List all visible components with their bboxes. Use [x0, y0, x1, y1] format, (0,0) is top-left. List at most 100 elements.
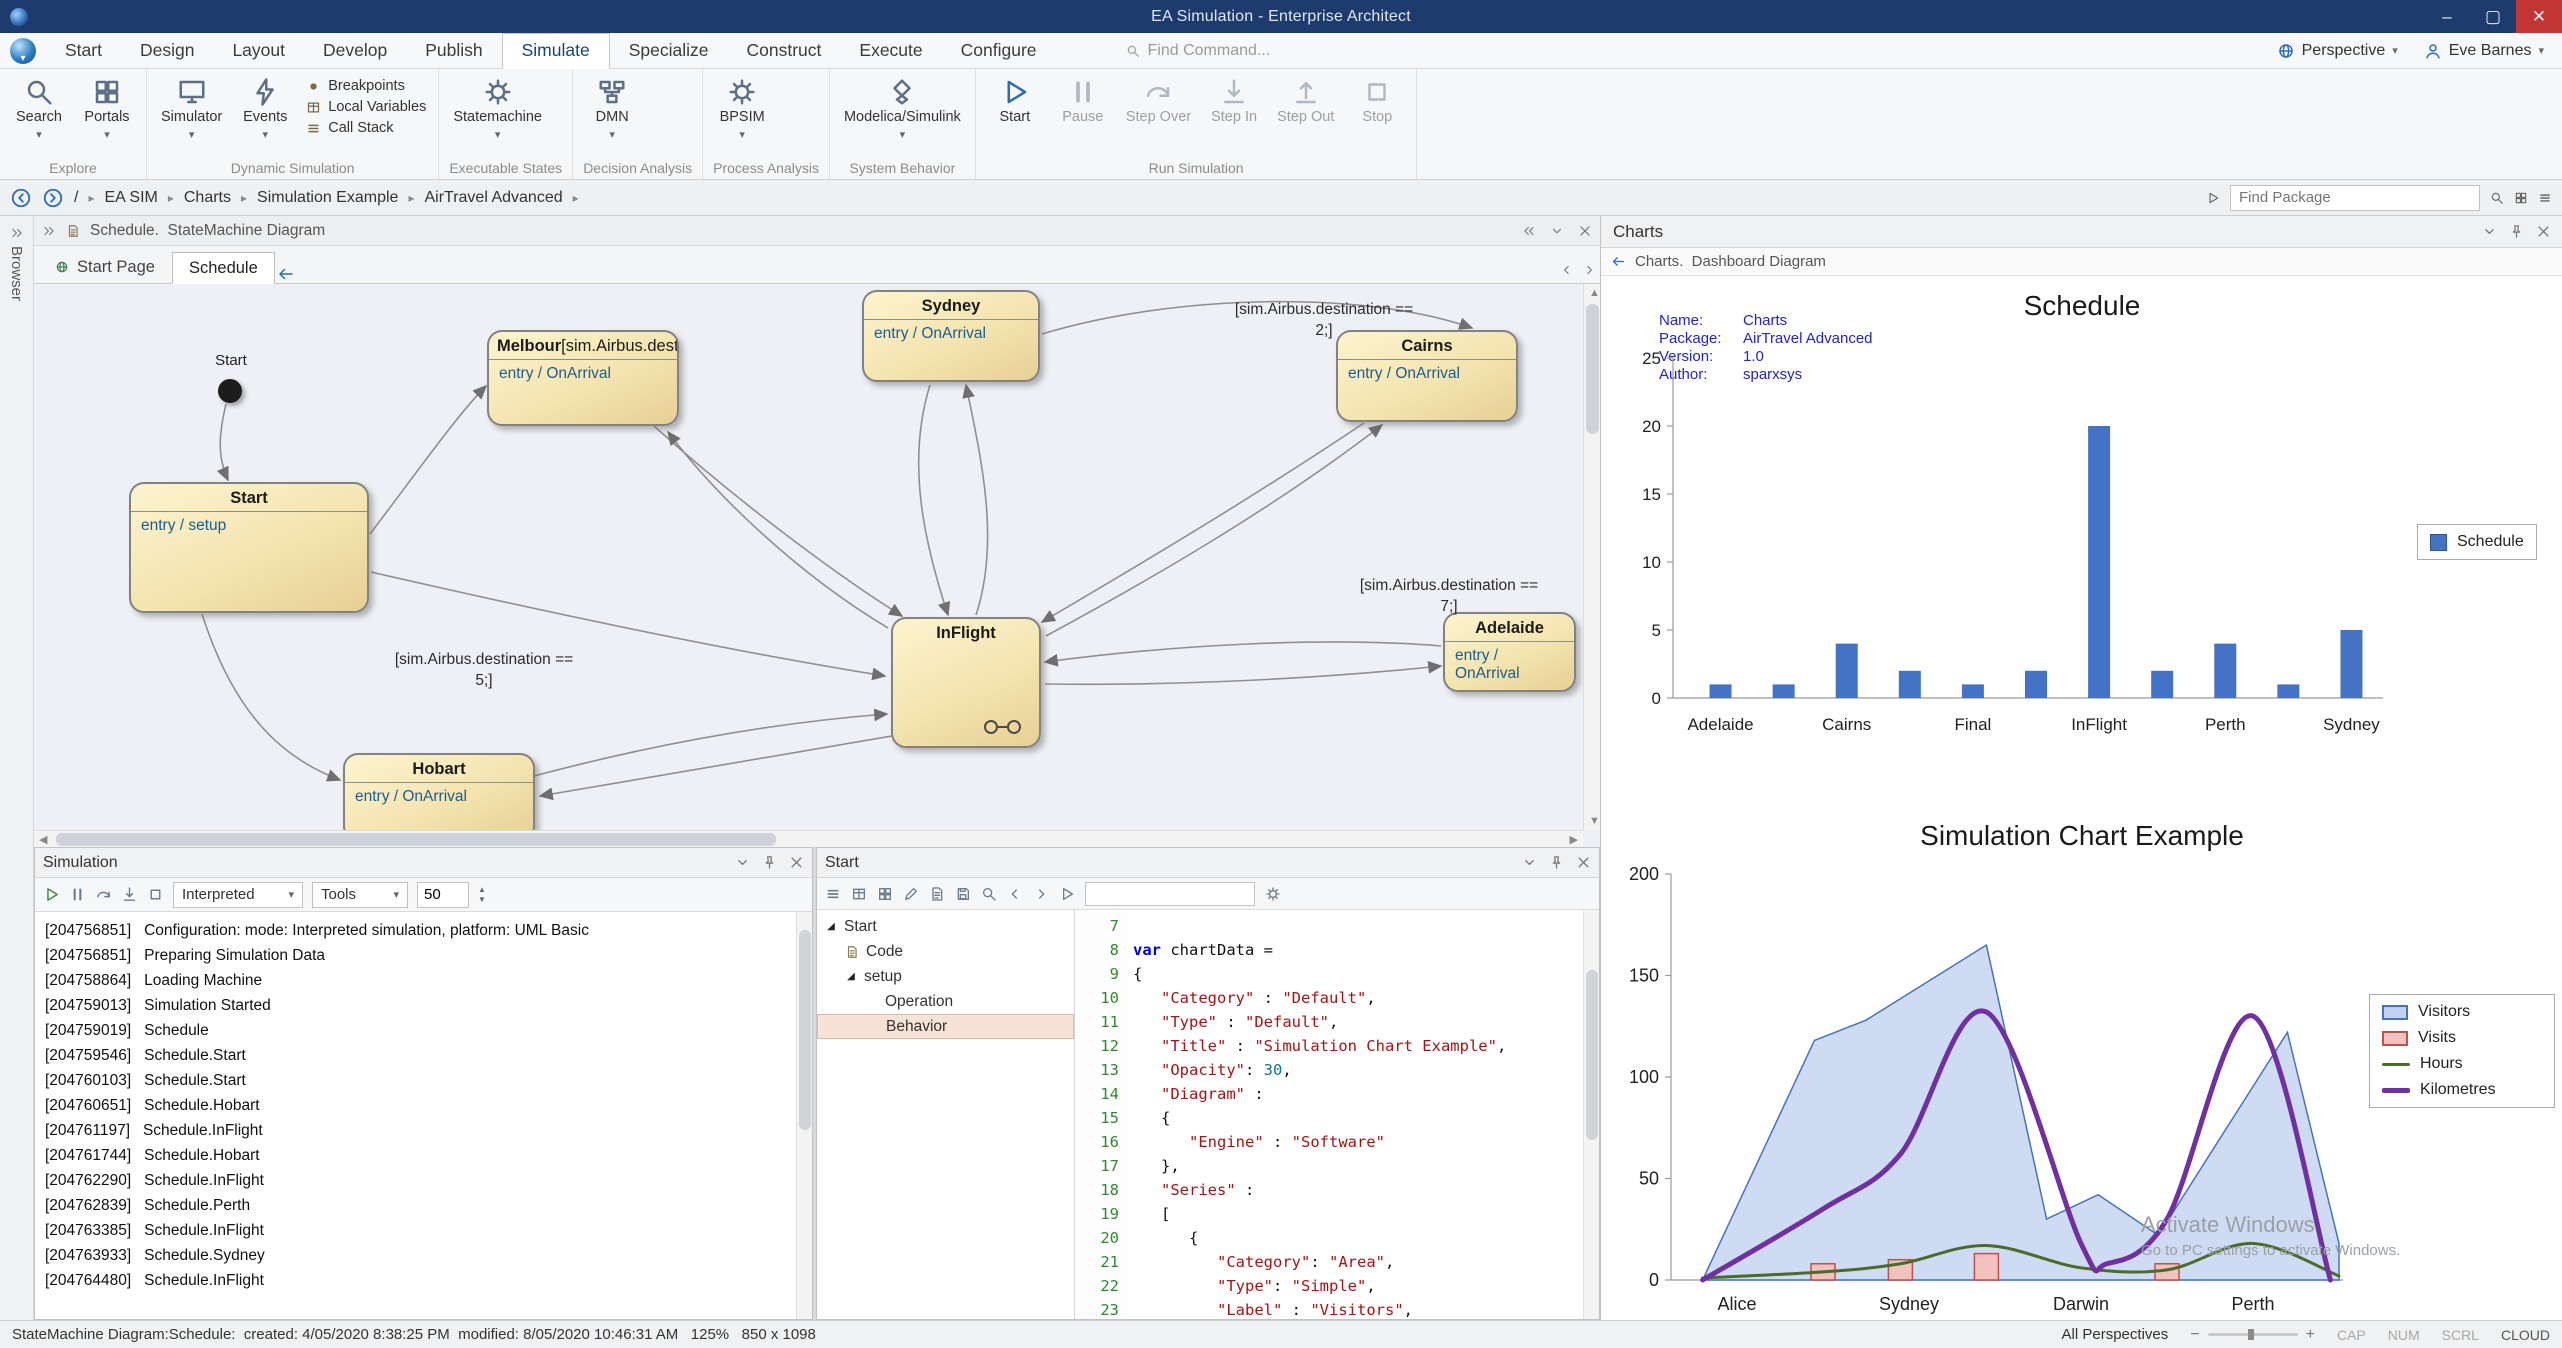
properties-icon[interactable] [851, 886, 867, 902]
search-button[interactable]: Search▾ [6, 72, 72, 159]
ribbon-tab-execute[interactable]: Execute [840, 33, 941, 69]
back-arrow-icon[interactable] [1611, 254, 1626, 269]
start-panel-header[interactable]: Start [817, 848, 1599, 878]
scroll-tabs-right-icon[interactable] [1582, 263, 1596, 277]
code-editor[interactable]: 7891011121314151617181920212223 var char… [1075, 910, 1599, 1319]
ribbon-tab-layout[interactable]: Layout [213, 33, 304, 69]
code-text[interactable]: var chartData ={ "Category" : "Default",… [1127, 910, 1599, 1319]
state-melbourne[interactable]: Melbour[sim.Airbus.destination==1;] entr… [487, 330, 679, 426]
dmn-button[interactable]: DMN▾ [579, 72, 645, 159]
state-adelaide[interactable]: Adelaide entry / OnArrival [1443, 612, 1576, 692]
close-icon[interactable] [789, 855, 804, 870]
tree-item-behavior[interactable]: Behavior [817, 1014, 1074, 1039]
ribbon-tab-simulate[interactable]: Simulate [502, 33, 610, 69]
speed-spinner-icons[interactable]: ▲▼ [478, 886, 486, 904]
tab-schedule[interactable]: Schedule [172, 252, 275, 284]
scroll-tabs-left-icon[interactable] [1560, 263, 1574, 277]
zoom-in-icon[interactable]: + [2306, 1326, 2315, 1344]
menu-icon[interactable] [2538, 191, 2552, 205]
next-icon[interactable] [1033, 886, 1049, 902]
perspective-selector[interactable]: Perspective ▾ [2277, 42, 2398, 60]
breakpoints-button[interactable]: Breakpoints [306, 78, 426, 94]
new-doc-icon[interactable] [929, 886, 945, 902]
close-icon[interactable] [1578, 224, 1592, 238]
tab-back-icon[interactable] [277, 265, 295, 283]
save-icon[interactable] [955, 886, 971, 902]
breadcrumb-item-simulation-example[interactable]: Simulation Example [257, 189, 398, 207]
settings-icon[interactable] [1265, 886, 1281, 902]
app-menu-sphere-icon[interactable]: ▾ [10, 38, 36, 64]
state-cairns[interactable]: Cairns entry / OnArrival [1336, 330, 1518, 422]
tree-item-operation[interactable]: Operation [817, 989, 1074, 1014]
search-icon[interactable] [2490, 191, 2504, 205]
simulation-panel-header[interactable]: Simulation [35, 848, 812, 878]
ribbon-tab-design[interactable]: Design [121, 33, 213, 69]
chevron-down-icon[interactable] [2482, 224, 2497, 239]
run-icon[interactable] [43, 886, 60, 903]
tools-select[interactable]: Tools ▾ [312, 882, 408, 908]
events-button[interactable]: Events▾ [232, 72, 298, 159]
tree-item-setup[interactable]: ◢setup [817, 964, 1074, 989]
simulator-button[interactable]: Simulator▾ [153, 72, 230, 159]
expand-icon[interactable] [42, 224, 56, 238]
pin-icon[interactable] [1549, 855, 1564, 870]
breadcrumb-item-charts[interactable]: Charts [184, 189, 231, 207]
expander-icon[interactable]: ◢ [845, 971, 857, 982]
ribbon-tab-publish[interactable]: Publish [406, 33, 501, 69]
stop-icon[interactable] [147, 886, 164, 903]
collapse-icon[interactable] [1522, 224, 1536, 238]
tab-start-page[interactable]: Start Page [38, 251, 172, 283]
step-in-icon[interactable] [121, 886, 138, 903]
call-stack-button[interactable]: Call Stack [306, 120, 426, 136]
step-in-button[interactable]: Step In [1201, 72, 1267, 159]
step-over-button[interactable]: Step Over [1118, 72, 1199, 159]
initial-node[interactable] [218, 379, 242, 403]
ribbon-tab-specialize[interactable]: Specialize [610, 33, 728, 69]
prev-icon[interactable] [1007, 886, 1023, 902]
zoom-control[interactable]: − + [2190, 1326, 2315, 1344]
mode-select[interactable]: Interpreted ▾ [173, 882, 303, 908]
expander-icon[interactable]: ◢ [825, 921, 837, 932]
pause-button[interactable]: Pause [1050, 72, 1116, 159]
step-out-button[interactable]: Step Out [1269, 72, 1342, 159]
find-package-input[interactable] [2230, 185, 2480, 211]
user-menu[interactable]: Eve Barnes ▾ [2424, 42, 2544, 60]
ribbon-tab-configure[interactable]: Configure [942, 33, 1056, 69]
navigate-forward-icon[interactable] [42, 187, 64, 209]
columns-icon[interactable] [877, 886, 893, 902]
state-sydney[interactable]: Sydney entry / OnArrival [862, 290, 1040, 382]
state-hobart[interactable]: Hobart entry / OnArrival [343, 753, 535, 830]
portals-button[interactable]: Portals▾ [74, 72, 140, 159]
chevron-down-icon[interactable] [1522, 855, 1537, 870]
ribbon-tab-start[interactable]: Start [46, 33, 121, 69]
find-icon[interactable] [981, 886, 997, 902]
cloud-indicator[interactable]: CLOUD [2501, 1327, 2550, 1343]
editor-search-input[interactable] [1085, 882, 1255, 906]
vertical-scrollbar[interactable]: ▲ ▼ [1583, 284, 1600, 830]
speed-stepper[interactable] [417, 882, 469, 908]
browser-side-strip[interactable]: Browser [0, 216, 34, 1320]
breadcrumb-item-airtravel-advanced[interactable]: AirTravel Advanced [424, 189, 562, 207]
close-icon[interactable] [2536, 224, 2551, 239]
expand-icon[interactable] [10, 226, 24, 240]
minimize-button[interactable]: – [2424, 0, 2470, 33]
maximize-button[interactable]: ▢ [2470, 0, 2516, 33]
simulation-log[interactable]: [204756851] Configuration: mode: Interpr… [35, 912, 812, 1319]
close-icon[interactable] [1576, 855, 1591, 870]
ribbon-tab-construct[interactable]: Construct [728, 33, 841, 69]
treeview-icon[interactable] [825, 886, 841, 902]
stop-button[interactable]: Stop [1344, 72, 1410, 159]
browse-forward-icon[interactable] [2206, 191, 2220, 205]
bpsim-button[interactable]: BPSIM▾ [709, 72, 775, 159]
state-start[interactable]: Start entry / setup [129, 482, 369, 613]
chevron-down-icon[interactable] [1550, 224, 1564, 238]
ribbon-tab-develop[interactable]: Develop [304, 33, 406, 69]
pause-icon[interactable] [69, 886, 86, 903]
breadcrumb-item-ea-sim[interactable]: EA SIM [104, 189, 157, 207]
statemachine-button[interactable]: Statemachine▾ [445, 72, 550, 159]
state-inflight[interactable]: InFlight [891, 617, 1041, 748]
close-button[interactable]: ✕ [2516, 0, 2562, 33]
pin-icon[interactable] [762, 855, 777, 870]
start-button[interactable]: Start [982, 72, 1048, 159]
local-variables-button[interactable]: Local Variables [306, 99, 426, 115]
